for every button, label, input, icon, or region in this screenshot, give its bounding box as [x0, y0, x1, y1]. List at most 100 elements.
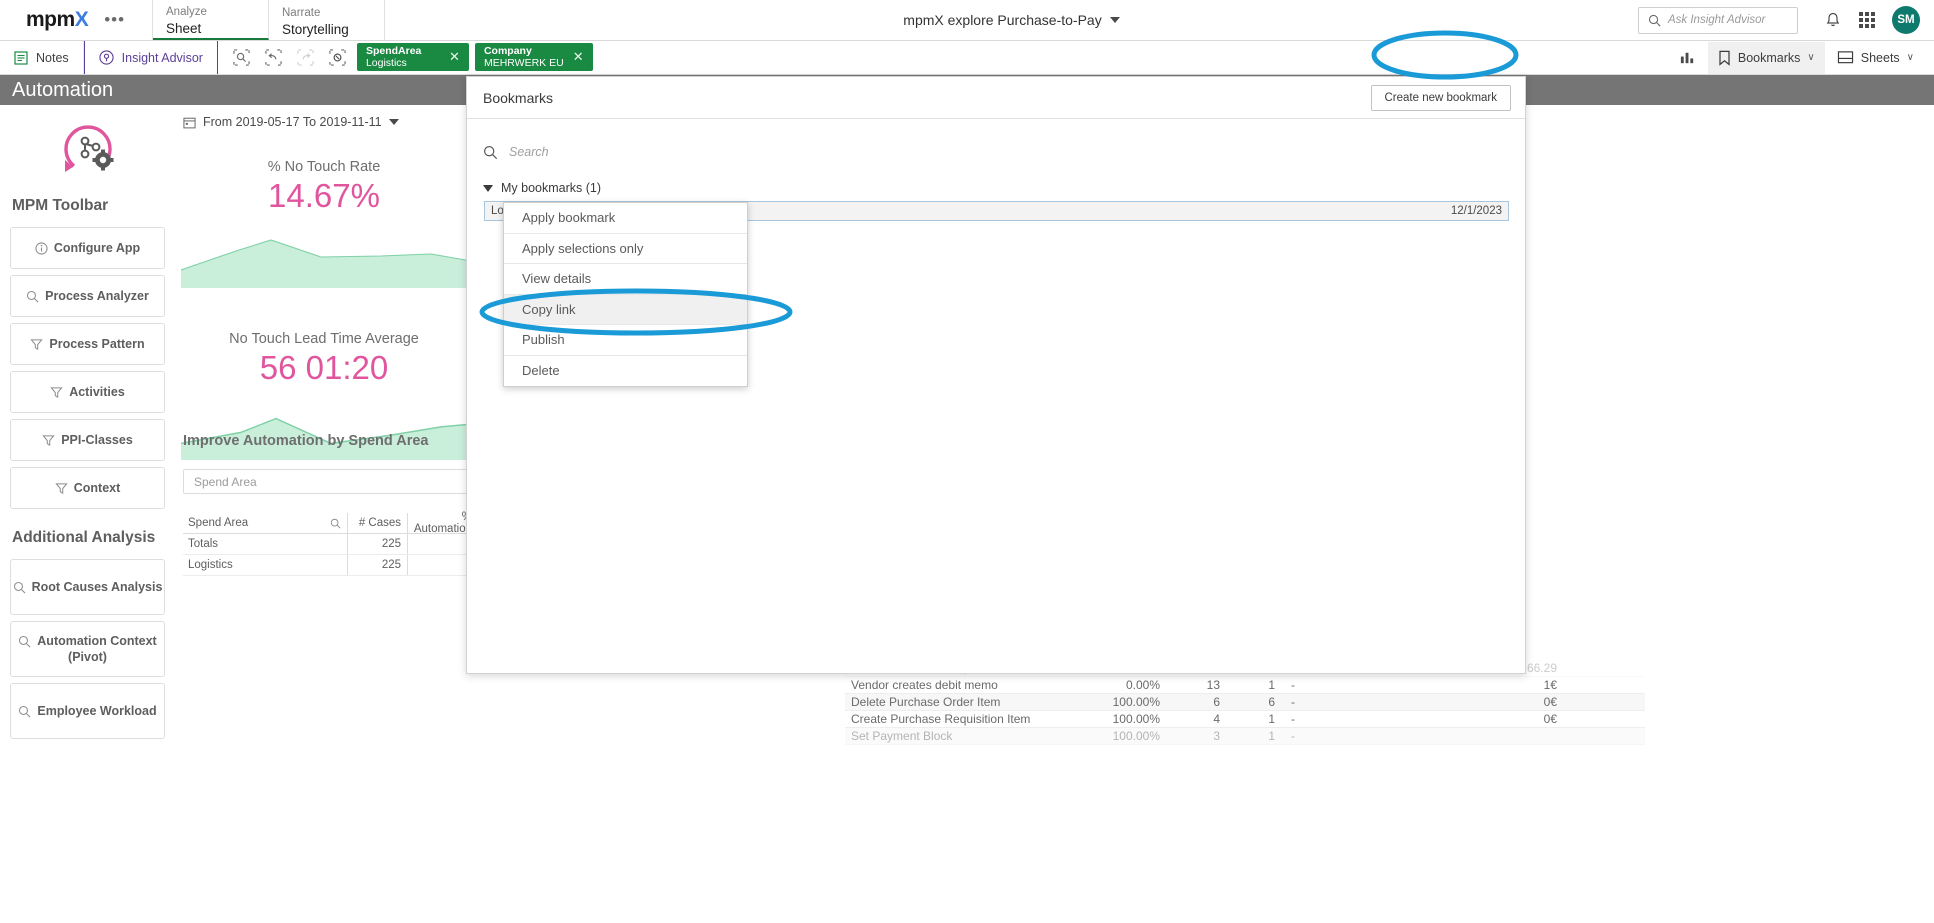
- sidebar-item-process-analyzer[interactable]: Process Analyzer: [10, 275, 165, 317]
- bookmark-icon: [1719, 50, 1730, 66]
- sidebar-item-label: Root Causes Analysis: [31, 580, 163, 594]
- redo-icon: [297, 49, 315, 66]
- table-row[interactable]: Totals 225 2: [183, 534, 503, 555]
- context-menu-item-copy-link[interactable]: Copy link: [504, 294, 747, 325]
- clear-all-icon: [329, 49, 347, 66]
- cell-dash: -: [1291, 695, 1295, 709]
- table-row[interactable]: Vendor creates debit memo 0.00% 13 1 - 1…: [845, 677, 1645, 694]
- app-logo: mpmX: [26, 8, 89, 31]
- search-icon: [13, 581, 26, 593]
- context-menu-item-apply-selections-only[interactable]: Apply selections only: [504, 234, 747, 264]
- sheets-icon: [1837, 51, 1853, 64]
- charts-panel-button[interactable]: [1669, 42, 1706, 74]
- notifications-button[interactable]: [1816, 3, 1850, 37]
- insight-advisor-button[interactable]: Insight Advisor: [83, 41, 218, 74]
- nav-analyze-label: Sheet: [166, 21, 202, 36]
- nav-narrate-sublabel: Narrate: [282, 7, 321, 19]
- cell-count-1: 6: [1213, 695, 1220, 709]
- close-icon[interactable]: ✕: [564, 49, 593, 65]
- automation-logo: [0, 105, 175, 183]
- sidebar-item-activities[interactable]: Activities: [10, 371, 165, 413]
- bar-chart-icon: [1680, 52, 1694, 64]
- kpi-sparkline-lead-time: [181, 417, 471, 460]
- info-icon: [35, 241, 48, 255]
- sidebar-section-mpm-toolbar: MPM Toolbar: [12, 197, 109, 214]
- search-placeholder-text: Ask Insight Advisor: [1668, 14, 1766, 26]
- clear-selections-icon[interactable]: [322, 43, 354, 73]
- table-row[interactable]: Set Payment Block 100.00% 3 1 -: [845, 728, 1645, 745]
- app-launcher-button[interactable]: [1850, 3, 1884, 37]
- sidebar-item-label: PPI-Classes: [61, 433, 133, 447]
- context-menu-item-publish[interactable]: Publish: [504, 325, 747, 356]
- calendar-icon: [183, 117, 196, 128]
- nav-narrate-label: Storytelling: [282, 22, 349, 37]
- sidebar-item-label: Process Analyzer: [45, 289, 149, 303]
- kpi-value: 14.67%: [268, 177, 380, 214]
- search-icon: [19, 635, 31, 647]
- cell-count-2: 6: [1268, 695, 1275, 709]
- sidebar-item-root-causes-analysis[interactable]: Root Causes Analysis: [10, 559, 165, 615]
- selection-chip-spendarea[interactable]: SpendArea Logistics ✕: [356, 43, 469, 71]
- bookmarks-group-label: My bookmarks (1): [501, 181, 602, 195]
- cell-activity: Set Payment Block: [851, 729, 953, 743]
- sidebar-item-process-pattern[interactable]: Process Pattern: [10, 323, 165, 365]
- column-header-cases[interactable]: # Cases: [348, 513, 408, 533]
- table-row[interactable]: Logistics 225 2: [183, 555, 503, 576]
- selection-toolbar: Notes Insight Advisor SpendArea Logistic…: [0, 41, 1934, 75]
- search-selections-icon: [233, 49, 251, 66]
- lightbulb-icon: [99, 50, 114, 65]
- bookmarks-group-my-bookmarks[interactable]: My bookmarks (1): [467, 181, 1525, 195]
- kpi-sparkline-no-touch-rate: [181, 239, 471, 288]
- selection-chip-company[interactable]: Company MEHRWERK EU ✕: [474, 43, 593, 71]
- bookmarks-label: Bookmarks: [1737, 50, 1801, 65]
- bookmark-date: 12/1/2023: [1450, 205, 1502, 217]
- context-menu-item-apply-bookmark[interactable]: Apply bookmark: [504, 203, 747, 234]
- app-title-area[interactable]: mpmX explore Purchase-to-Pay: [385, 0, 1638, 40]
- nav-narrate-storytelling[interactable]: Narrate Storytelling: [269, 0, 385, 40]
- create-new-bookmark-button[interactable]: Create new bookmark: [1370, 84, 1511, 111]
- sidebar-item-employee-workload[interactable]: Employee Workload: [10, 683, 165, 739]
- kpi-label: No Touch Lead Time Average: [229, 331, 419, 347]
- step-back-icon[interactable]: [258, 43, 290, 73]
- chip-field-name: Company: [483, 45, 532, 57]
- search-icon[interactable]: [330, 518, 341, 529]
- notes-icon: [14, 51, 28, 65]
- context-menu-item-delete[interactable]: Delete: [504, 356, 747, 387]
- top-bar: mpmX ••• Analyze Sheet Narrate Storytell…: [0, 0, 1934, 41]
- selection-controls: [218, 41, 354, 74]
- selections-tool-icon[interactable]: [226, 43, 258, 73]
- sidebar-item-ppi-classes[interactable]: PPI-Classes: [10, 419, 165, 461]
- date-range-selector[interactable]: From 2019-05-17 To 2019-11-11: [183, 115, 399, 129]
- column-header-spend-area[interactable]: Spend Area: [183, 513, 348, 533]
- chevron-down-icon: [1109, 17, 1120, 23]
- section-title-improve-automation: Improve Automation by Spend Area: [183, 433, 429, 449]
- toolbar-right-group: Bookmarks ∨ Sheets ∨: [1669, 41, 1934, 74]
- notes-button[interactable]: Notes: [0, 41, 84, 74]
- bookmarks-button[interactable]: Bookmarks ∨: [1707, 41, 1825, 74]
- cell-percent: 100.00%: [1112, 695, 1160, 709]
- sidebar-item-context[interactable]: Context: [10, 467, 165, 509]
- sheets-button[interactable]: Sheets ∨: [1827, 42, 1924, 74]
- search-icon: [483, 145, 498, 159]
- nav-analyze-sheet[interactable]: Analyze Sheet: [153, 0, 269, 40]
- cell-activity: Create Purchase Requisition Item: [851, 712, 1031, 726]
- kpi-label: % No Touch Rate: [267, 159, 381, 175]
- undo-icon: [265, 49, 283, 66]
- more-options-button[interactable]: •••: [98, 10, 125, 30]
- step-forward-icon[interactable]: [290, 43, 322, 73]
- cell-value: 0€: [1543, 695, 1557, 709]
- cell-value: 0€: [1543, 712, 1557, 726]
- brand-cell: mpmX •••: [0, 0, 153, 40]
- left-sidebar: Automation MPM Toolbar Configure App Pro…: [0, 75, 175, 923]
- table-row[interactable]: Create Purchase Requisition Item 100.00%…: [845, 711, 1645, 728]
- sidebar-item-configure-app[interactable]: Configure App: [10, 227, 165, 269]
- chevron-down-icon: [388, 119, 399, 125]
- table-row[interactable]: Delete Purchase Order Item 100.00% 6 6 -…: [845, 694, 1645, 711]
- insight-advisor-search[interactable]: Ask Insight Advisor: [1638, 6, 1798, 34]
- context-menu-item-view-details[interactable]: View details: [504, 264, 747, 295]
- avatar[interactable]: SM: [1892, 6, 1920, 34]
- sidebar-item-sublabel: (Pivot): [68, 650, 107, 664]
- close-icon[interactable]: ✕: [440, 49, 469, 65]
- bookmarks-search-row[interactable]: Search: [467, 135, 1525, 169]
- sidebar-item-automation-context-pivot[interactable]: Automation Context (Pivot): [10, 621, 165, 677]
